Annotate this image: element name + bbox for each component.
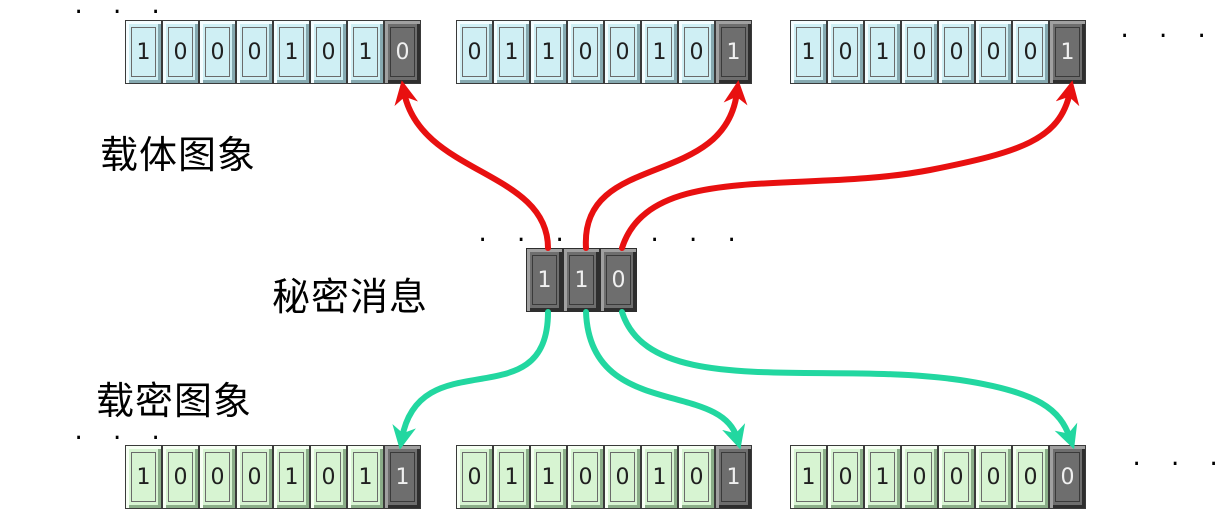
- arrows-layer: [392, 80, 1080, 450]
- lsb-steganography-diagram: 载体图象 秘密消息 载密图象 · · · · · · · · · · · · ·…: [0, 0, 1228, 513]
- result-arrow-bit-1: [392, 309, 551, 450]
- embed-arrow-bit-1: [394, 80, 551, 251]
- result-arrow-bit-2: [583, 309, 746, 450]
- embed-arrow-bit-3: [619, 80, 1080, 251]
- embed-arrow-bit-2: [582, 80, 748, 251]
- result-arrow-bit-3: [619, 309, 1078, 450]
